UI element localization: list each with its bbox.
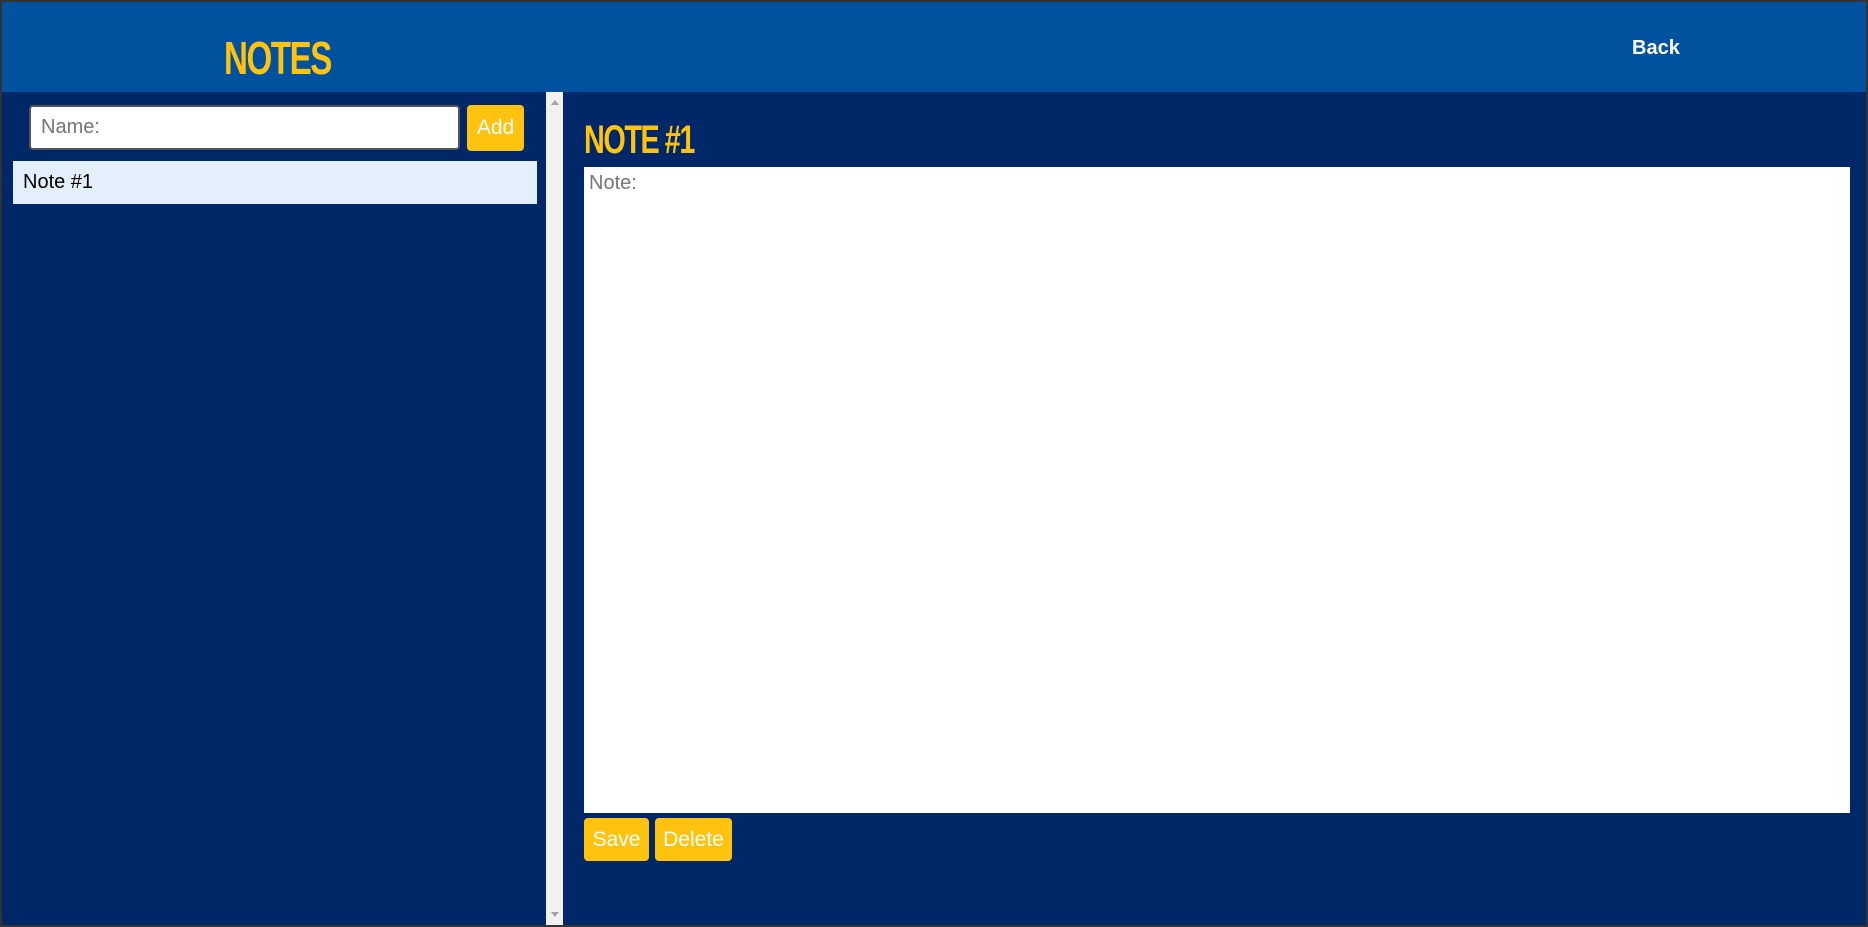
notes-sidebar: Add Note #1 xyxy=(2,92,546,925)
save-button[interactable]: Save xyxy=(584,818,649,861)
scroll-up-arrow-icon[interactable] xyxy=(551,100,559,105)
note-name-input[interactable] xyxy=(29,105,460,150)
note-title: NOTE #1 xyxy=(584,118,695,162)
note-editor: NOTE #1 Save Delete xyxy=(563,92,1866,925)
app-window: NOTES Back Add Note #1 NOTE #1 Save Dele… xyxy=(2,2,1866,925)
back-link[interactable]: Back xyxy=(1632,36,1680,60)
add-note-button[interactable]: Add xyxy=(467,105,524,151)
sidebar-scrollbar[interactable] xyxy=(546,92,563,925)
note-list: Note #1 xyxy=(13,161,537,204)
delete-button[interactable]: Delete xyxy=(655,818,732,861)
note-textarea[interactable] xyxy=(584,167,1850,813)
note-list-item[interactable]: Note #1 xyxy=(13,161,537,204)
app-title: NOTES xyxy=(224,32,332,84)
scroll-down-arrow-icon[interactable] xyxy=(551,912,559,917)
header-bar: NOTES Back xyxy=(2,2,1866,92)
